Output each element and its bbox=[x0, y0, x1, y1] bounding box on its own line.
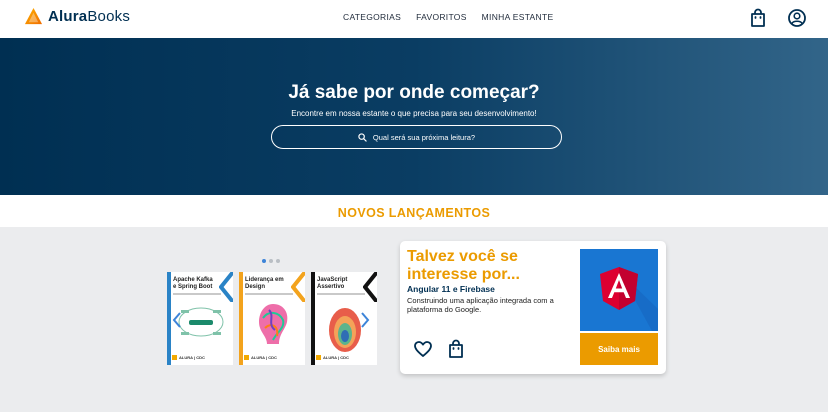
book-title: Liderança em Design bbox=[245, 277, 284, 290]
cover-chevron-icon bbox=[291, 272, 305, 302]
book-title: JavaScript Assertivo bbox=[317, 277, 348, 290]
featured-description: Construindo uma aplicação integrada com … bbox=[407, 296, 554, 314]
featured-book-card: Talvez você se interesse por... Angular … bbox=[400, 241, 666, 374]
cover-illustration bbox=[329, 308, 361, 352]
section-title: NOVOS LANÇAMENTOS bbox=[337, 206, 491, 220]
search-input[interactable]: Qual será sua próxima leitura? bbox=[271, 125, 562, 149]
section-header: NOVOS LANÇAMENTOS bbox=[0, 195, 828, 227]
user-icon[interactable] bbox=[787, 8, 807, 28]
shopping-bag-icon[interactable] bbox=[446, 339, 466, 359]
carousel-next-icon[interactable] bbox=[360, 311, 370, 329]
saiba-mais-button[interactable]: Saiba mais bbox=[580, 333, 658, 365]
hero-title: Já sabe por onde começar? bbox=[288, 82, 540, 103]
heart-icon[interactable] bbox=[413, 339, 433, 359]
nav-categorias[interactable]: CATEGORIAS bbox=[343, 12, 401, 22]
alurabooks-logo[interactable]: AluraBooks bbox=[24, 7, 130, 26]
hero-subtitle: Encontre em nossa estante o que precisa … bbox=[291, 109, 537, 118]
cover-chevron-icon bbox=[219, 272, 233, 302]
logo-triangle-icon bbox=[24, 7, 43, 25]
cover-illustration bbox=[178, 307, 224, 337]
carousel-dot-2[interactable] bbox=[269, 259, 273, 263]
book-publisher: ALURA | CDC bbox=[244, 355, 277, 360]
book-cover-lideranca[interactable]: Liderança em Design ALURA | CDC bbox=[239, 272, 305, 365]
logo-text: AluraBooks bbox=[48, 8, 131, 25]
search-icon bbox=[358, 132, 367, 142]
carousel-dot-1[interactable] bbox=[262, 259, 266, 263]
cover-chevron-icon bbox=[363, 272, 377, 302]
search-placeholder: Qual será sua próxima leitura? bbox=[372, 132, 476, 142]
main-nav: CATEGORIAS FAVORITOS MINHA ESTANTE bbox=[343, 12, 553, 22]
featured-heading: Talvez você se interesse por... bbox=[407, 248, 520, 283]
nav-minha-estante[interactable]: MINHA ESTANTE bbox=[482, 12, 554, 22]
book-publisher: ALURA | CDC bbox=[316, 355, 349, 360]
featured-book-cover[interactable] bbox=[580, 249, 658, 331]
carousel-dots bbox=[262, 259, 280, 263]
nav-favoritos[interactable]: FAVORITOS bbox=[416, 12, 467, 22]
shopping-bag-icon[interactable] bbox=[748, 8, 768, 28]
carousel-dot-3[interactable] bbox=[276, 259, 280, 263]
hero-banner: Já sabe por onde começar? Encontre em no… bbox=[0, 38, 828, 195]
carousel-prev-icon[interactable] bbox=[172, 311, 182, 329]
book-publisher: ALURA | CDC bbox=[172, 355, 205, 360]
cover-illustration bbox=[259, 304, 288, 344]
featured-book-title: Angular 11 e Firebase bbox=[407, 284, 495, 294]
top-header: AluraBooks CATEGORIAS FAVORITOS MINHA ES… bbox=[0, 0, 828, 38]
book-title: Apache Kafka e Spring Boot bbox=[173, 277, 213, 290]
angular-logo-icon bbox=[600, 267, 658, 331]
